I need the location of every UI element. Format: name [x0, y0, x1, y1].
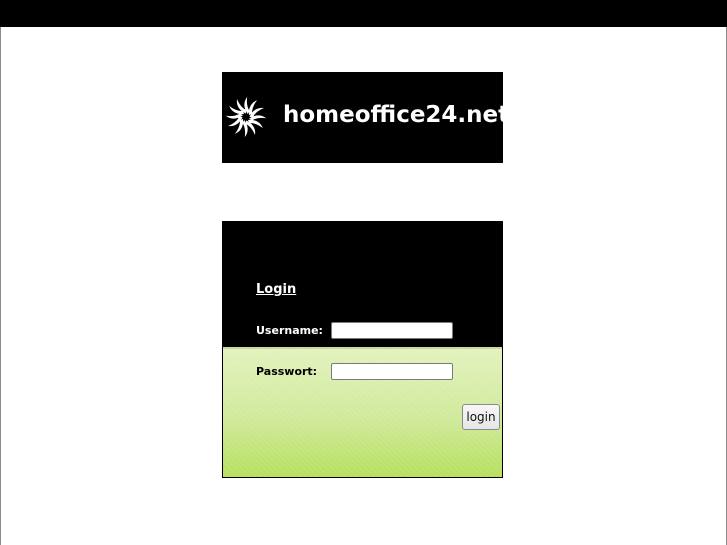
login-button[interactable]: login	[462, 404, 500, 430]
login-form: Login Username: Passwort: login	[222, 221, 503, 478]
username-label: Username:	[256, 324, 323, 337]
password-label: Passwort:	[256, 365, 318, 378]
password-input[interactable]	[331, 363, 453, 380]
logo-text: homeoffice24.net	[283, 102, 510, 128]
top-bar	[0, 0, 727, 27]
username-input[interactable]	[331, 322, 453, 339]
login-heading-link[interactable]: Login	[256, 282, 296, 297]
site-logo: homeoffice24.net	[222, 72, 509, 163]
swirl-logo-icon	[226, 97, 266, 137]
